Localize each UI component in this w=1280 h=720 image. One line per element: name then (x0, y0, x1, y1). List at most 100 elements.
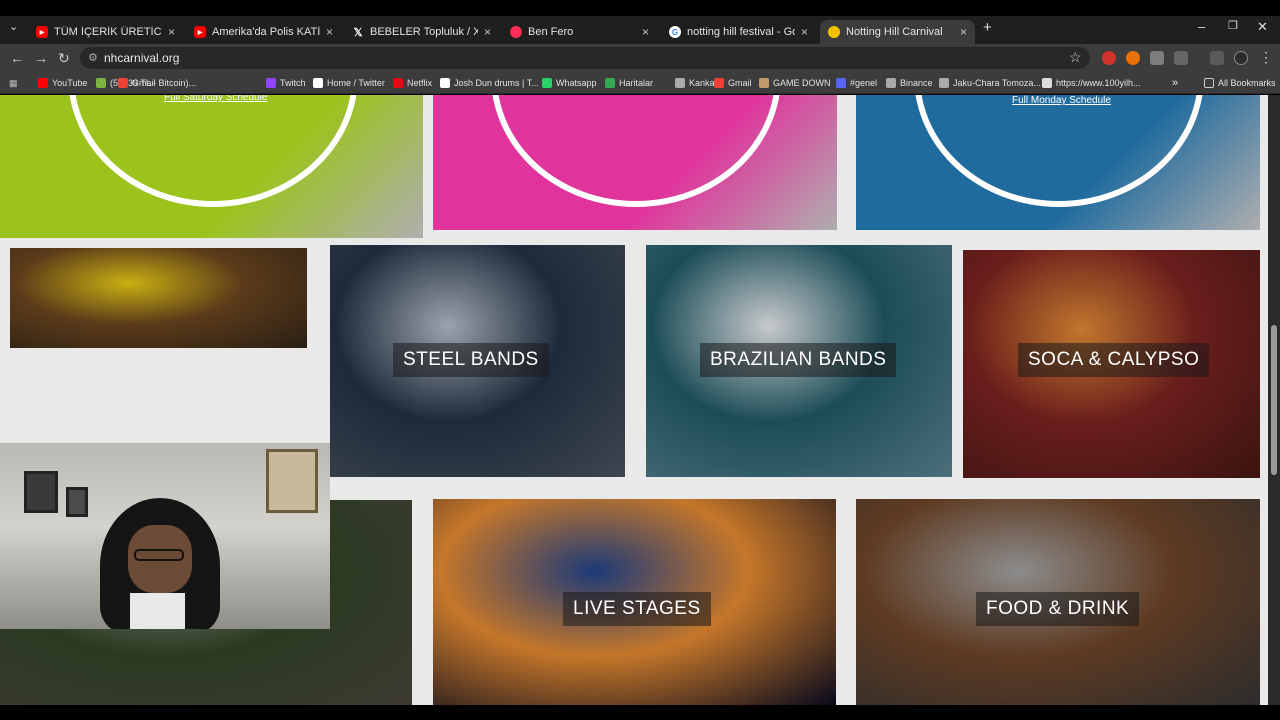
page-scrollbar[interactable] (1268, 95, 1280, 705)
bookmark-icon (836, 78, 846, 88)
bookmark-item[interactable]: YouTube (38, 76, 87, 90)
site-info-icon[interactable]: ⚙ (88, 47, 98, 69)
bookmark-item[interactable]: GAME DOWN (759, 76, 831, 90)
tab-title: TÜM İÇERİK ÜRETİCİLERİNİ KAN (54, 26, 162, 38)
bookmark-star-icon[interactable]: ☆ (1069, 49, 1082, 66)
bookmark-item[interactable]: Home / Twitter (313, 76, 385, 90)
bookmark-icon (313, 78, 323, 88)
apps-grid-icon[interactable]: ▦ (9, 76, 18, 90)
tab-5[interactable]: Gnotting hill festival - Google'da × (661, 20, 816, 44)
bookmark-item[interactable]: Binance (886, 76, 933, 90)
tab-close-icon[interactable]: × (484, 25, 491, 39)
bookmark-item[interactable]: Gmail (118, 76, 156, 90)
bookmark-icon (939, 78, 949, 88)
tab-title: notting hill festival - Google'da (687, 26, 795, 38)
bookmark-item[interactable]: Jaku-Chara Tomoza... (939, 76, 1041, 90)
bookmark-label: #genel (850, 78, 878, 88)
youtube-icon: ▶ (36, 26, 48, 38)
bookmark-icon (605, 78, 615, 88)
schedule-panel-monday: Full Monday Schedule (856, 95, 1260, 230)
music-icon (510, 26, 522, 38)
tab-close-icon[interactable]: × (801, 25, 808, 39)
extension-1-icon[interactable] (1102, 51, 1116, 65)
back-icon[interactable]: ← (10, 50, 24, 66)
extension-2-icon[interactable] (1126, 51, 1140, 65)
address-bar[interactable]: ⚙ nhcarnival.org (80, 47, 1090, 69)
bookmark-icon (886, 78, 896, 88)
category-label[interactable]: BRAZILIAN BANDS (700, 343, 897, 377)
bookmark-item[interactable]: Haritalar (605, 76, 653, 90)
tab-strip: ⌄ ▶ TÜM İÇERİK ÜRETİCİLERİNİ KAN × ▶ Amerika… (0, 16, 1280, 44)
bookmark-icon (759, 78, 769, 88)
bookmark-icon (118, 78, 128, 88)
restore-icon[interactable]: ❐ (1228, 19, 1238, 32)
bookmark-label: Josh Dun drums | T... (454, 78, 539, 88)
tab-close-icon[interactable]: × (960, 25, 967, 39)
wanted-poster (266, 449, 318, 513)
category-label[interactable]: LIVE STAGES (563, 592, 711, 626)
all-bookmarks-button[interactable]: All Bookmarks (1204, 76, 1276, 90)
tab-3[interactable]: 𝕏 BEBELER Topluluk / X × (344, 20, 499, 44)
tab-title: BEBELER Topluluk / X (370, 26, 478, 38)
bottom-black-bar (0, 705, 1280, 720)
webcam-overlay (0, 443, 330, 629)
site-icon (828, 26, 840, 38)
bookmarks-bar: ▦ YouTube (56339 TL - Bitcoin)... Gmail Twi… (0, 72, 1280, 94)
bookmark-item[interactable]: #genel (836, 76, 877, 90)
reload-icon[interactable]: ↻ (58, 50, 70, 67)
wall-frame (24, 471, 58, 513)
minimize-icon[interactable]: – (1198, 19, 1205, 34)
bookmark-item[interactable]: Whatsapp (542, 76, 597, 90)
bookmark-label: GAME DOWN (773, 78, 831, 88)
media-control-icon[interactable] (1210, 51, 1224, 65)
google-icon: G (669, 26, 681, 38)
forward-icon[interactable]: → (34, 50, 48, 66)
bookmark-item[interactable]: Twitch (266, 76, 306, 90)
scrollbar-thumb[interactable] (1271, 325, 1277, 475)
bookmark-item[interactable]: Josh Dun drums | T... (440, 76, 539, 90)
person-shirt (130, 593, 185, 629)
bookmark-label: Gmail (132, 78, 156, 88)
tab-4[interactable]: Ben Fero × (502, 20, 657, 44)
bookmark-icon (440, 78, 450, 88)
schedule-panel-saturday: Full Saturday Schedule (0, 95, 423, 238)
bookmark-label: Whatsapp (556, 78, 597, 88)
browser-toolbar: ← → ↻ ⚙ nhcarnival.org ☆ ⋮ (0, 44, 1280, 72)
category-tile[interactable] (10, 248, 307, 348)
bookmark-label: Haritalar (619, 78, 654, 88)
extensions-puzzle-icon[interactable] (1174, 51, 1188, 65)
tab-title: Notting Hill Carnival (846, 26, 943, 38)
more-bookmarks-icon[interactable]: » (1172, 76, 1178, 90)
x-icon: 𝕏 (353, 26, 363, 39)
close-window-icon[interactable]: ✕ (1257, 19, 1268, 35)
monday-schedule-link[interactable]: Full Monday Schedule (1012, 95, 1111, 106)
tab-2[interactable]: ▶ Amerika'da Polis KATİLİ Olmak × (186, 20, 341, 44)
tab-1[interactable]: ▶ TÜM İÇERİK ÜRETİCİLERİNİ KAN × (28, 20, 183, 44)
all-bookmarks-label: All Bookmarks (1218, 78, 1276, 88)
category-label[interactable]: STEEL BANDS (393, 343, 549, 377)
bookmark-icon (96, 78, 106, 88)
category-label[interactable]: SOCA & CALYPSO (1018, 343, 1210, 377)
bookmark-item[interactable]: https://www.100yilh... (1042, 76, 1141, 90)
bookmark-item[interactable]: Gmail (714, 76, 752, 90)
glasses-icon (134, 549, 184, 561)
saturday-schedule-link[interactable]: Full Saturday Schedule (164, 95, 267, 103)
tab-close-icon[interactable]: × (326, 25, 333, 39)
new-tab-button[interactable]: + (983, 19, 992, 36)
tab-close-icon[interactable]: × (642, 25, 649, 39)
bookmark-label: Twitch (280, 78, 306, 88)
bookmark-icon (38, 78, 48, 88)
bookmark-label: Home / Twitter (327, 78, 385, 88)
category-label[interactable]: FOOD & DRINK (976, 592, 1140, 626)
tab-6[interactable]: Notting Hill Carnival × (820, 20, 975, 44)
tab-title: Ben Fero (528, 26, 574, 38)
tab-search-icon[interactable]: ⌄ (9, 20, 18, 33)
bookmark-label: Gmail (728, 78, 752, 88)
tab-close-icon[interactable]: × (168, 25, 175, 39)
menu-kebab-icon[interactable]: ⋮ (1259, 49, 1273, 66)
bookmark-icon (675, 78, 685, 88)
bookmark-label: YouTube (52, 78, 88, 88)
bookmark-item[interactable]: Netflix (393, 76, 432, 90)
profile-avatar[interactable] (1234, 51, 1248, 65)
extension-3-icon[interactable] (1150, 51, 1164, 65)
